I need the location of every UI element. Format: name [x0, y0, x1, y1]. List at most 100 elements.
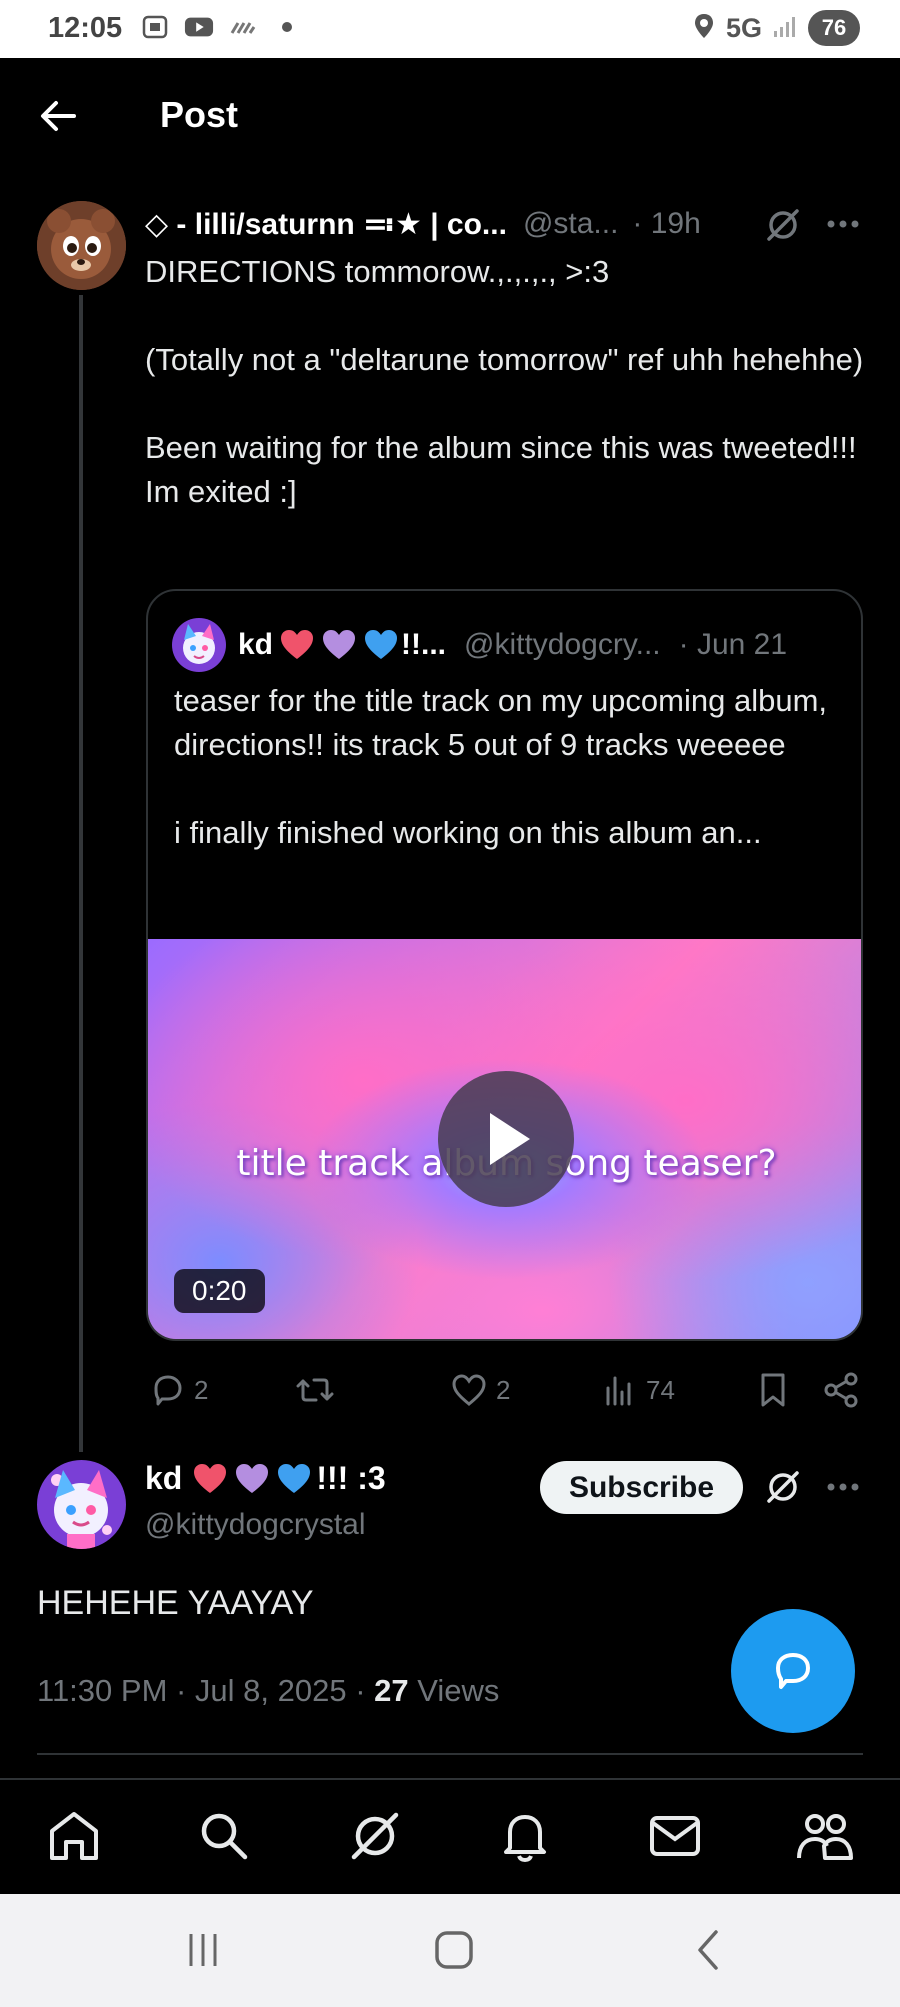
signal-icon — [772, 13, 798, 44]
reply-action[interactable]: 2 — [148, 1364, 208, 1416]
compose-reply-button[interactable] — [731, 1609, 855, 1733]
post-author-avatar[interactable] — [37, 201, 126, 290]
reply-author-name[interactable]: kd — [145, 1460, 182, 1497]
post-time: · 19h — [632, 207, 701, 240]
quote-text-gap — [174, 767, 844, 811]
home-square-icon — [435, 1931, 473, 1969]
reply-count: 2 — [194, 1374, 209, 1405]
like-count: 2 — [496, 1374, 511, 1405]
views-action[interactable]: 74 — [602, 1364, 675, 1416]
nav-messages[interactable] — [645, 1806, 705, 1866]
search-icon — [201, 1813, 248, 1860]
reply-meta: 11:30 PM · Jul 8, 2025 · 27 Views — [37, 1673, 499, 1709]
repost-action[interactable] — [294, 1364, 344, 1416]
recent-apps-button[interactable] — [175, 1924, 231, 1976]
post-text-gap — [145, 294, 865, 338]
nav-communities[interactable] — [795, 1806, 855, 1866]
share-icon — [824, 1372, 858, 1408]
recent-apps-icon — [189, 1934, 217, 1966]
reply-bubble-icon — [776, 1653, 810, 1689]
bookmark-icon — [761, 1373, 785, 1407]
divider — [37, 1753, 863, 1755]
page-title: Post — [160, 94, 239, 135]
play-button[interactable] — [438, 1071, 574, 1207]
system-back-button[interactable] — [680, 1924, 736, 1976]
post-author-handle[interactable]: @sta... — [523, 207, 618, 241]
video-player[interactable]: title track album song teaser? 0:20 — [148, 939, 861, 1339]
quote-author-suffix: !!... — [401, 628, 447, 661]
quote-time: · Jun 21 — [678, 628, 788, 661]
more-options-icon[interactable] — [826, 214, 860, 239]
post-author-name[interactable]: ◇ - lilli/saturnn ≕★ | co... — [145, 207, 507, 242]
youtube-icon — [184, 14, 214, 40]
post-header: Post — [0, 58, 900, 174]
communities-icon — [797, 1814, 853, 1860]
quote-text-line: i finally finished working on this album… — [174, 815, 762, 850]
grok-icon[interactable] — [764, 206, 802, 249]
network-label: 5G — [725, 12, 762, 43]
more-options-icon[interactable] — [826, 1477, 860, 1502]
back-arrow-icon — [41, 101, 76, 131]
bottom-nav — [0, 1778, 900, 1894]
subscribe-button[interactable]: Subscribe — [540, 1461, 743, 1514]
status-bar: 12:05 5G 76 — [0, 0, 900, 58]
quote-author-handle: @kittydogcry... — [464, 628, 661, 661]
blue-heart-icon — [276, 1463, 312, 1495]
thread-line — [79, 295, 83, 1452]
reply-timestamp: 11:30 PM · Jul 8, 2025 · — [37, 1673, 375, 1708]
reply-icon — [154, 1375, 182, 1406]
post-action-bar: 2 2 74 — [146, 1364, 866, 1416]
quote-text-line: teaser for the title track on my upcomin… — [174, 683, 828, 762]
status-time: 12:05 — [48, 12, 123, 44]
grok-icon — [351, 1812, 399, 1860]
blue-heart-icon — [363, 629, 399, 661]
reply-author-handle[interactable]: @kittydogcrystal — [145, 1508, 366, 1542]
quote-author-avatar — [172, 618, 226, 672]
quote-card[interactable]: kd !!... @kittydogcry... · Jun 21 teaser… — [146, 589, 863, 1341]
like-icon — [452, 1374, 486, 1406]
video-duration: 0:20 — [174, 1269, 265, 1313]
bookmark-action[interactable] — [756, 1364, 790, 1416]
notifications-icon — [504, 1815, 546, 1863]
nav-grok[interactable] — [345, 1806, 405, 1866]
status-right: 5G 76 — [692, 10, 860, 46]
grok-icon[interactable] — [764, 1468, 802, 1511]
repost-icon — [296, 1378, 334, 1402]
home-button[interactable] — [426, 1924, 482, 1976]
messages-icon — [650, 1816, 700, 1856]
nav-notifications[interactable] — [495, 1806, 555, 1866]
post-text-line: DIRECTIONS tommorow.,.,.,., >:3 — [145, 254, 610, 289]
play-icon — [490, 1113, 530, 1165]
red-heart-icon — [192, 1463, 228, 1495]
purple-heart-icon — [321, 629, 357, 661]
chevron-left-icon — [698, 1930, 718, 1970]
post-body: DIRECTIONS tommorow.,.,.,., >:3 (Totally… — [145, 250, 865, 514]
back-button[interactable] — [38, 98, 78, 134]
like-action[interactable]: 2 — [450, 1364, 510, 1416]
nav-search[interactable] — [194, 1806, 254, 1866]
views-icon — [606, 1376, 631, 1406]
purple-heart-icon — [234, 1463, 270, 1495]
quote-author-name: kd — [238, 628, 274, 661]
reply-text: HEHEHE YAAYAY — [37, 1584, 314, 1622]
share-action[interactable] — [822, 1364, 860, 1416]
reply-author-row: kd !!! :3 — [145, 1460, 386, 1497]
post-author-row: ◇ - lilli/saturnn ≕★ | co... @sta... · 1… — [145, 204, 865, 244]
reply-author-suffix: !!! :3 — [316, 1460, 386, 1496]
reply-views-count: 27 — [374, 1673, 409, 1708]
quote-author-row: kd !!... @kittydogcry... · Jun 21 — [172, 617, 787, 673]
post-text-line: (Totally not a "deltarune tomorrow" ref … — [145, 342, 864, 377]
wifi-off-icon — [228, 14, 258, 40]
reply-views-label: Views — [408, 1673, 500, 1708]
quote-body: teaser for the title track on my upcomin… — [174, 679, 844, 855]
battery-indicator: 76 — [808, 10, 860, 46]
system-nav-bar — [0, 1894, 900, 2007]
post-text-line: Been waiting for the album since this wa… — [145, 430, 857, 509]
screenshot-icon — [140, 14, 170, 40]
views-count: 74 — [646, 1374, 675, 1405]
home-icon — [50, 1812, 98, 1860]
nav-home[interactable] — [44, 1806, 104, 1866]
status-left-icons — [140, 14, 302, 40]
reply-author-avatar[interactable] — [37, 1460, 126, 1549]
red-heart-icon — [279, 629, 315, 661]
